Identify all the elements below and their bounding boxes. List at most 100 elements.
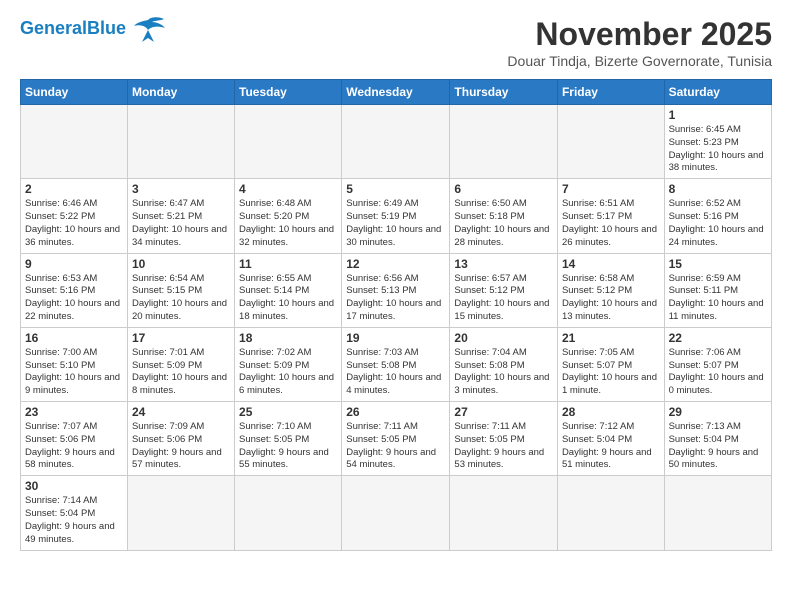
calendar-week-row: 16Sunrise: 7:00 AM Sunset: 5:10 PM Dayli… xyxy=(21,327,772,401)
calendar-cell: 25 Sunrise: 7:10 AM Sunset: 5:05 PM Dayli… xyxy=(235,402,342,476)
calendar-cell: 7 Sunrise: 6:51 AM Sunset: 5:17 PM Daylig… xyxy=(557,179,664,253)
day-info: Sunrise: 6:53 AM Sunset: 5:16 PM Dayligh… xyxy=(25,273,123,324)
calendar-header-saturday: Saturday xyxy=(664,80,771,105)
day-number: 19 xyxy=(346,331,445,345)
calendar-cell: 19 Sunrise: 7:03 AM Sunset: 5:08 PM Dayli… xyxy=(342,327,450,401)
calendar-cell xyxy=(450,476,558,550)
calendar-week-row: 30Sunrise: 7:14 AM Sunset: 5:04 PM Dayli… xyxy=(21,476,772,550)
day-number: 4 xyxy=(239,182,337,196)
day-number: 18 xyxy=(239,331,337,345)
calendar-week-row: 2 Sunrise: 6:46 AM Sunset: 5:22 PM Daylig… xyxy=(21,179,772,253)
calendar-cell: 15Sunrise: 6:59 AM Sunset: 5:11 PM Dayli… xyxy=(664,253,771,327)
day-info: Sunrise: 7:13 AM Sunset: 5:04 PM Dayligh… xyxy=(669,421,767,472)
day-info: Sunrise: 6:59 AM Sunset: 5:11 PM Dayligh… xyxy=(669,273,767,324)
calendar-cell xyxy=(342,476,450,550)
calendar-cell: 29 Sunrise: 7:13 AM Sunset: 5:04 PM Dayli… xyxy=(664,402,771,476)
calendar-cell xyxy=(450,105,558,179)
day-number: 2 xyxy=(25,182,123,196)
calendar-cell: 3Sunrise: 6:47 AM Sunset: 5:21 PM Daylig… xyxy=(127,179,234,253)
calendar-cell xyxy=(127,476,234,550)
day-number: 11 xyxy=(239,257,337,271)
calendar-cell xyxy=(235,476,342,550)
calendar-cell: 30Sunrise: 7:14 AM Sunset: 5:04 PM Dayli… xyxy=(21,476,128,550)
calendar-header-wednesday: Wednesday xyxy=(342,80,450,105)
calendar-cell: 9Sunrise: 6:53 AM Sunset: 5:16 PM Daylig… xyxy=(21,253,128,327)
day-number: 24 xyxy=(132,405,230,419)
day-info: Sunrise: 7:00 AM Sunset: 5:10 PM Dayligh… xyxy=(25,347,123,398)
calendar-cell: 28 Sunrise: 7:12 AM Sunset: 5:04 PM Dayli… xyxy=(557,402,664,476)
logo-general: General xyxy=(20,18,87,38)
calendar-cell: 16Sunrise: 7:00 AM Sunset: 5:10 PM Dayli… xyxy=(21,327,128,401)
day-number: 29 xyxy=(669,405,767,419)
day-number: 17 xyxy=(132,331,230,345)
calendar-week-row: 1 Sunrise: 6:45 AM Sunset: 5:23 PM Daylig… xyxy=(21,105,772,179)
calendar-cell xyxy=(235,105,342,179)
calendar-header-sunday: Sunday xyxy=(21,80,128,105)
calendar-cell: 24 Sunrise: 7:09 AM Sunset: 5:06 PM Dayli… xyxy=(127,402,234,476)
day-info: Sunrise: 7:14 AM Sunset: 5:04 PM Dayligh… xyxy=(25,495,123,546)
calendar-cell xyxy=(557,105,664,179)
day-number: 1 xyxy=(669,108,767,122)
calendar-header-thursday: Thursday xyxy=(450,80,558,105)
day-number: 12 xyxy=(346,257,445,271)
day-info: Sunrise: 6:51 AM Sunset: 5:17 PM Dayligh… xyxy=(562,198,660,249)
calendar-header-row: SundayMondayTuesdayWednesdayThursdayFrid… xyxy=(21,80,772,105)
header: GeneralBlue November 2025 Douar Tindja, … xyxy=(20,16,772,69)
day-number: 10 xyxy=(132,257,230,271)
calendar-cell: 4 Sunrise: 6:48 AM Sunset: 5:20 PM Daylig… xyxy=(235,179,342,253)
day-info: Sunrise: 7:10 AM Sunset: 5:05 PM Dayligh… xyxy=(239,421,337,472)
calendar-cell: 18Sunrise: 7:02 AM Sunset: 5:09 PM Dayli… xyxy=(235,327,342,401)
day-info: Sunrise: 7:01 AM Sunset: 5:09 PM Dayligh… xyxy=(132,347,230,398)
logo: GeneralBlue xyxy=(20,16,166,42)
day-info: Sunrise: 6:52 AM Sunset: 5:16 PM Dayligh… xyxy=(669,198,767,249)
day-info: Sunrise: 6:55 AM Sunset: 5:14 PM Dayligh… xyxy=(239,273,337,324)
calendar-cell: 2 Sunrise: 6:46 AM Sunset: 5:22 PM Daylig… xyxy=(21,179,128,253)
day-number: 6 xyxy=(454,182,553,196)
calendar-cell: 12 Sunrise: 6:56 AM Sunset: 5:13 PM Dayli… xyxy=(342,253,450,327)
subtitle: Douar Tindja, Bizerte Governorate, Tunis… xyxy=(507,53,772,69)
calendar-cell: 21Sunrise: 7:05 AM Sunset: 5:07 PM Dayli… xyxy=(557,327,664,401)
page: GeneralBlue November 2025 Douar Tindja, … xyxy=(0,0,792,561)
day-info: Sunrise: 7:06 AM Sunset: 5:07 PM Dayligh… xyxy=(669,347,767,398)
calendar-cell xyxy=(557,476,664,550)
day-number: 7 xyxy=(562,182,660,196)
day-number: 8 xyxy=(669,182,767,196)
day-number: 28 xyxy=(562,405,660,419)
day-info: Sunrise: 6:56 AM Sunset: 5:13 PM Dayligh… xyxy=(346,273,445,324)
day-info: Sunrise: 6:45 AM Sunset: 5:23 PM Dayligh… xyxy=(669,124,767,175)
day-info: Sunrise: 7:09 AM Sunset: 5:06 PM Dayligh… xyxy=(132,421,230,472)
calendar-cell xyxy=(664,476,771,550)
calendar-week-row: 9Sunrise: 6:53 AM Sunset: 5:16 PM Daylig… xyxy=(21,253,772,327)
logo-blue: Blue xyxy=(87,18,126,38)
calendar-cell: 13Sunrise: 6:57 AM Sunset: 5:12 PM Dayli… xyxy=(450,253,558,327)
day-info: Sunrise: 7:11 AM Sunset: 5:05 PM Dayligh… xyxy=(454,421,553,472)
calendar-cell: 26Sunrise: 7:11 AM Sunset: 5:05 PM Dayli… xyxy=(342,402,450,476)
calendar-cell xyxy=(342,105,450,179)
calendar-cell: 5Sunrise: 6:49 AM Sunset: 5:19 PM Daylig… xyxy=(342,179,450,253)
day-info: Sunrise: 6:58 AM Sunset: 5:12 PM Dayligh… xyxy=(562,273,660,324)
day-info: Sunrise: 7:12 AM Sunset: 5:04 PM Dayligh… xyxy=(562,421,660,472)
day-info: Sunrise: 6:46 AM Sunset: 5:22 PM Dayligh… xyxy=(25,198,123,249)
calendar-cell: 22 Sunrise: 7:06 AM Sunset: 5:07 PM Dayli… xyxy=(664,327,771,401)
calendar-header-monday: Monday xyxy=(127,80,234,105)
day-info: Sunrise: 7:07 AM Sunset: 5:06 PM Dayligh… xyxy=(25,421,123,472)
calendar-cell: 11 Sunrise: 6:55 AM Sunset: 5:14 PM Dayli… xyxy=(235,253,342,327)
day-info: Sunrise: 7:03 AM Sunset: 5:08 PM Dayligh… xyxy=(346,347,445,398)
day-number: 13 xyxy=(454,257,553,271)
day-number: 25 xyxy=(239,405,337,419)
calendar-cell: 10Sunrise: 6:54 AM Sunset: 5:15 PM Dayli… xyxy=(127,253,234,327)
calendar-cell: 23Sunrise: 7:07 AM Sunset: 5:06 PM Dayli… xyxy=(21,402,128,476)
month-title: November 2025 xyxy=(507,16,772,53)
calendar-cell: 17 Sunrise: 7:01 AM Sunset: 5:09 PM Dayli… xyxy=(127,327,234,401)
calendar-cell: 6Sunrise: 6:50 AM Sunset: 5:18 PM Daylig… xyxy=(450,179,558,253)
calendar-cell: 27Sunrise: 7:11 AM Sunset: 5:05 PM Dayli… xyxy=(450,402,558,476)
calendar-cell: 20Sunrise: 7:04 AM Sunset: 5:08 PM Dayli… xyxy=(450,327,558,401)
day-info: Sunrise: 7:05 AM Sunset: 5:07 PM Dayligh… xyxy=(562,347,660,398)
day-number: 26 xyxy=(346,405,445,419)
day-number: 22 xyxy=(669,331,767,345)
calendar-cell: 14Sunrise: 6:58 AM Sunset: 5:12 PM Dayli… xyxy=(557,253,664,327)
day-info: Sunrise: 6:48 AM Sunset: 5:20 PM Dayligh… xyxy=(239,198,337,249)
calendar-cell xyxy=(127,105,234,179)
logo-bird-icon xyxy=(130,16,166,42)
calendar-header-tuesday: Tuesday xyxy=(235,80,342,105)
